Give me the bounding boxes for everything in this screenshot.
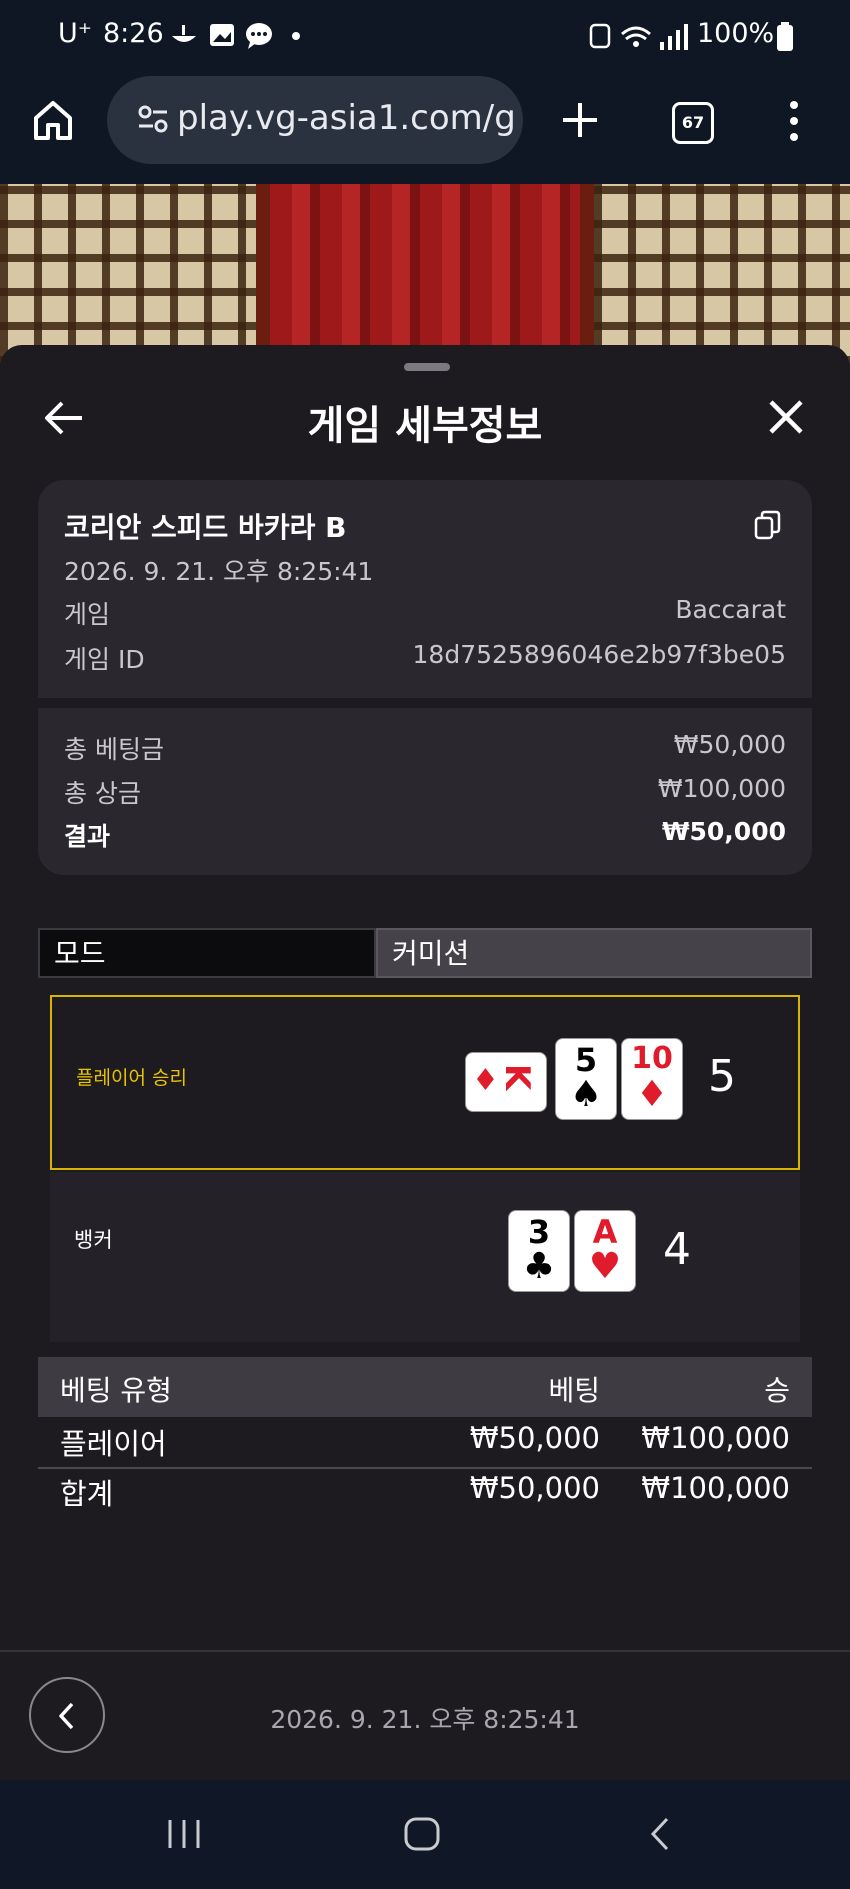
- banker-hand-label: 뱅커: [74, 1228, 113, 1252]
- mode-commission-tabs: 모드 커미션: [38, 928, 812, 978]
- playing-card: 10 ♦: [622, 1039, 682, 1119]
- game-id-row: 게임 ID 18d7525896046e2b97f3be05: [64, 640, 786, 676]
- card-suit: ♠: [569, 1074, 603, 1115]
- total-win-value: ₩100,000: [657, 774, 786, 803]
- total-win: ₩100,000: [641, 1471, 790, 1505]
- browser-toolbar: play.vg-asia1.com/g 67: [0, 72, 850, 184]
- game-datetime: 2026. 9. 21. 오후 8:25:41: [64, 557, 374, 586]
- notification-icons: [172, 23, 300, 49]
- game-background-scene: [0, 184, 850, 364]
- player-hand-panel: 플레이어 승리 ♦ K 5 ♠ 10 ♦ 5: [50, 995, 800, 1170]
- total-bet-type: 합계: [60, 1477, 114, 1511]
- player-hand-label: 플레이어 승리: [76, 1067, 187, 1089]
- player-hand-total: 5: [708, 1051, 736, 1102]
- result-row: 결과 ₩50,000: [64, 817, 786, 853]
- tab-mode[interactable]: 모드: [38, 928, 376, 978]
- more-menu-icon[interactable]: [786, 99, 802, 143]
- status-bar: U⁺ 8:26 100%: [0, 0, 850, 72]
- table-row: 플레이어 ₩50,000 ₩100,000: [38, 1421, 812, 1469]
- banker-hand-panel: 뱅커 3 ♣ A ♥ 4: [50, 1172, 800, 1342]
- card-suit: ♥: [588, 1246, 622, 1287]
- footer-datetime: 2026. 9. 21. 오후 8:25:41: [270, 1705, 580, 1734]
- result-value: ₩50,000: [661, 817, 786, 846]
- total-bet-value: ₩50,000: [673, 730, 786, 759]
- sheet-drag-handle[interactable]: [404, 363, 450, 371]
- card-suit: ♦: [635, 1074, 669, 1115]
- bet-table-header: 베팅 유형 베팅 승: [38, 1357, 812, 1417]
- header-bet-type: 베팅 유형: [60, 1374, 172, 1407]
- lattice-panel-left: [0, 184, 270, 364]
- tab-switcher-button[interactable]: 67: [672, 102, 714, 144]
- card-divider: [38, 698, 812, 708]
- copy-icon[interactable]: [754, 510, 782, 540]
- url-text: play.vg-asia1.com/g: [177, 98, 516, 138]
- game-id-value: 18d7525896046e2b97f3be05: [412, 640, 786, 669]
- banker-hand-total: 4: [663, 1224, 691, 1275]
- lattice-panel-right: [594, 184, 850, 364]
- total-bet-row: 총 베팅금 ₩50,000: [64, 730, 786, 766]
- site-settings-icon[interactable]: [137, 104, 169, 134]
- playing-card: 5 ♠: [556, 1039, 616, 1119]
- system-icons: [589, 23, 688, 50]
- total-win-label: 총 상금: [64, 779, 141, 808]
- row-bet-type: 플레이어: [60, 1427, 167, 1461]
- clock: 8:26: [103, 18, 164, 49]
- game-value: Baccarat: [675, 595, 786, 624]
- result-label: 결과: [64, 822, 111, 851]
- close-icon[interactable]: [768, 399, 804, 435]
- battery-icon: [777, 22, 793, 51]
- back-nav-icon[interactable]: [648, 1816, 672, 1852]
- game-id-label: 게임 ID: [64, 645, 145, 674]
- header-bet: 베팅: [548, 1374, 600, 1407]
- carrier-label: U⁺: [58, 18, 93, 49]
- row-bet: ₩50,000: [469, 1421, 600, 1455]
- total-bet: ₩50,000: [469, 1471, 600, 1505]
- game-row: 게임 Baccarat: [64, 595, 786, 631]
- home-nav-icon[interactable]: [403, 1816, 441, 1852]
- playing-card: 3 ♣: [509, 1211, 569, 1291]
- table-total-row: 합계 ₩50,000 ₩100,000: [38, 1471, 812, 1519]
- card-suit: ♣: [522, 1246, 556, 1287]
- red-curtain: [270, 184, 580, 364]
- address-bar[interactable]: play.vg-asia1.com/g: [107, 76, 523, 164]
- sheet-title: 게임 세부정보: [307, 403, 543, 449]
- row-win: ₩100,000: [641, 1421, 790, 1455]
- card-rank: 10: [631, 1041, 673, 1076]
- game-label: 게임: [64, 600, 111, 629]
- playing-card: A ♥: [575, 1211, 635, 1291]
- header-win: 승: [764, 1374, 790, 1407]
- recent-apps-icon[interactable]: [166, 1818, 202, 1850]
- table-name: 코리안 스피드 바카라 B: [64, 511, 347, 544]
- battery-percent: 100%: [697, 18, 775, 49]
- pillar-right: [580, 184, 594, 364]
- pillar-left: [256, 184, 270, 364]
- total-win-row: 총 상금 ₩100,000: [64, 774, 786, 810]
- system-nav-bar: [0, 1780, 850, 1889]
- home-icon[interactable]: [31, 98, 75, 142]
- total-bet-label: 총 베팅금: [64, 735, 164, 764]
- game-info-card: 코리안 스피드 바카라 B 2026. 9. 21. 오후 8:25:41 게임…: [38, 480, 812, 875]
- playing-card: ♦ K: [466, 1053, 546, 1111]
- tab-commission[interactable]: 커미션: [376, 928, 812, 978]
- footer-divider: [0, 1650, 850, 1652]
- new-tab-icon[interactable]: [561, 101, 599, 139]
- game-details-sheet: 게임 세부정보 코리안 스피드 바카라 B 2026. 9. 21. 오후 8:…: [0, 345, 850, 1780]
- row-divider: [38, 1467, 812, 1469]
- card-rank: K: [497, 1063, 538, 1091]
- card-suit: ♦: [472, 1063, 499, 1098]
